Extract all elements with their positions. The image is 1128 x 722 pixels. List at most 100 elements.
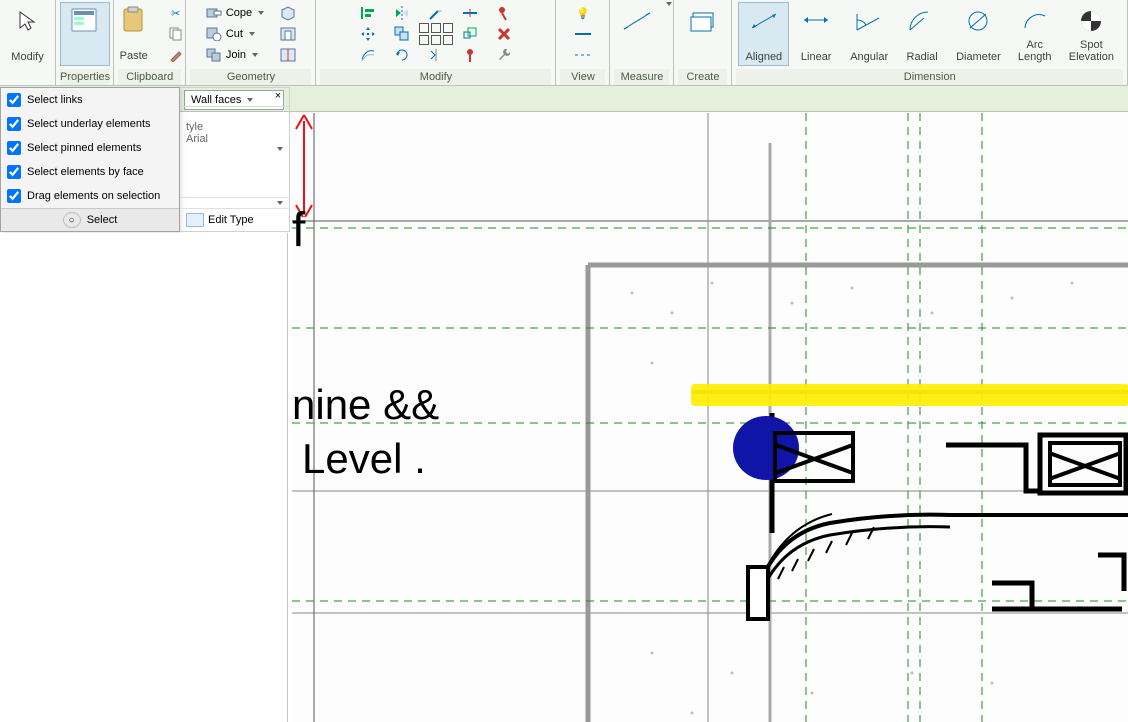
offset-icon (360, 47, 376, 63)
dashes-icon (575, 47, 591, 63)
circle-icon: ○ (63, 212, 81, 228)
paste-label: Paste (120, 50, 148, 62)
edit-type-icon (186, 213, 204, 227)
angular-dim-icon (851, 5, 887, 37)
ribbon-group-measure: Measure (610, 0, 674, 85)
ribbon-group-view: 💡 View (556, 0, 610, 85)
select-menu-footer: ○ Select (1, 208, 179, 231)
red-dimension-arrow (292, 113, 316, 217)
linear-dimension-button[interactable]: Linear (791, 2, 841, 66)
ribbon-group-title: Dimension (736, 69, 1123, 85)
properties-palette: × tyle Arial Edit Type (180, 87, 290, 232)
select-options-menu: Select links Select underlay elements Se… (0, 87, 180, 232)
drawing-canvas[interactable]: f nine && Level . (292, 113, 1128, 722)
rotate-button[interactable] (389, 45, 415, 65)
spot-elev-icon (1073, 5, 1109, 37)
wall-opening-icon (280, 26, 296, 42)
join-icon (206, 47, 222, 63)
trim-button[interactable] (423, 3, 449, 23)
offset-button[interactable] (355, 45, 381, 65)
ribbon-group-title: Measure (614, 69, 669, 85)
ribbon-group-select: Modify . (0, 0, 56, 85)
aligned-dimension-button[interactable]: Aligned (738, 2, 789, 66)
chevron-down-icon[interactable] (277, 201, 283, 205)
chevron-down-icon[interactable] (666, 2, 672, 6)
diameter-dimension-button[interactable]: Diameter (949, 2, 1008, 66)
properties-button[interactable] (60, 2, 110, 66)
cope-button[interactable]: Cope (201, 3, 269, 23)
mirror-pick-button[interactable] (423, 45, 449, 65)
pin-button[interactable] (457, 45, 483, 65)
copy-button[interactable] (163, 24, 189, 44)
select-underlay-checkbox[interactable]: Select underlay elements (1, 112, 179, 136)
group-tools-button[interactable] (491, 45, 517, 65)
arclength-dim-icon (1017, 5, 1053, 37)
radial-dim-icon (904, 5, 940, 37)
split-icon (462, 5, 478, 21)
ribbon-group-title: Clipboard (118, 69, 181, 85)
angular-dimension-button[interactable]: Angular (843, 2, 895, 66)
ribbon-group-title: Properties (60, 69, 109, 85)
select-pinned-checkbox[interactable]: Select pinned elements (1, 136, 179, 160)
spot-elevation-button[interactable]: Spot Elevation (1062, 2, 1121, 66)
close-button[interactable]: × (271, 90, 285, 104)
move-button[interactable] (355, 24, 381, 44)
delete-button[interactable] (491, 24, 517, 44)
drag-elements-checkbox[interactable]: Drag elements on selection (1, 184, 179, 208)
view-tool-3[interactable] (570, 45, 596, 65)
left-panels: Select links Select underlay elements Se… (0, 87, 290, 232)
array-button[interactable] (423, 24, 449, 44)
properties-icon (67, 5, 103, 37)
linear-dim-icon (798, 5, 834, 37)
scale-button[interactable] (457, 24, 483, 44)
create-button[interactable] (678, 2, 728, 66)
cut-button[interactable]: ✂ (163, 3, 189, 23)
copy-move-icon (394, 26, 410, 42)
select-links-checkbox[interactable]: Select links (1, 88, 179, 112)
copy-modify-button[interactable] (389, 24, 415, 44)
ribbon-group-title: Create (678, 69, 727, 85)
ribbon-group-title: Modify (320, 69, 551, 85)
crossed-box-symbol-1 (773, 431, 855, 483)
aligned-dim-icon (746, 5, 782, 37)
align-button[interactable] (355, 3, 381, 23)
trim-icon (428, 5, 444, 21)
copy-icon (168, 26, 184, 42)
matchtype-button[interactable] (163, 45, 189, 65)
paste-button[interactable]: Paste (109, 1, 159, 65)
geom-tool-1[interactable] (275, 3, 301, 23)
select-label: Select (87, 214, 118, 226)
properties-body (0, 233, 288, 722)
delete-x-icon (496, 26, 512, 42)
unpin-button[interactable] (491, 3, 517, 23)
measure-button[interactable] (612, 2, 662, 66)
chevron-down-icon[interactable] (277, 147, 283, 151)
edit-type-button[interactable]: Edit Type (180, 208, 289, 231)
unpin-icon (496, 5, 512, 21)
type-style-text: tyle (186, 121, 283, 133)
cut-geometry-button[interactable]: Cut (201, 24, 269, 44)
clipboard-icon (116, 4, 152, 36)
geom-tool-2[interactable] (275, 24, 301, 44)
modify-label: Modify (11, 51, 43, 63)
ribbon-group-clipboard: Paste ✂ Clipboard (114, 0, 186, 85)
select-byface-checkbox[interactable]: Select elements by face (1, 160, 179, 184)
join-button[interactable]: Join (201, 45, 269, 65)
canvas-text-3: Level . (302, 435, 426, 483)
modify-tool-button[interactable]: Modify (3, 2, 53, 66)
arclength-dimension-button[interactable]: Arc Length (1010, 2, 1060, 66)
align-icon (360, 5, 376, 21)
view-tool-1[interactable]: 💡 (570, 3, 596, 23)
split-button[interactable] (457, 3, 483, 23)
geom-tool-3[interactable] (275, 45, 301, 65)
radial-dimension-button[interactable]: Radial (897, 2, 947, 66)
split-face-icon (280, 47, 296, 63)
array-icon (428, 26, 444, 42)
rotate-icon (394, 47, 410, 63)
create-icon (685, 5, 721, 37)
mirror-axis-button[interactable] (389, 3, 415, 23)
ribbon-group-title: View (560, 69, 605, 85)
view-tool-2[interactable] (570, 24, 596, 44)
chevron-down-icon (252, 53, 258, 57)
ribbon-group-geometry: Cope Cut Join Geometry (186, 0, 316, 85)
